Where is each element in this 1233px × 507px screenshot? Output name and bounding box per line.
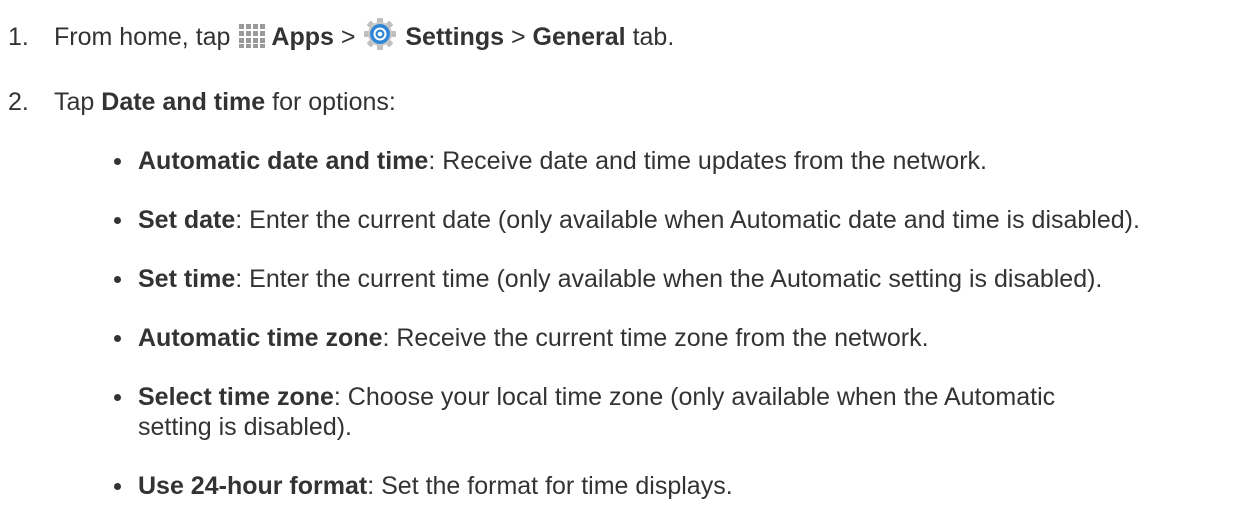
- bullet-dot: [114, 217, 121, 224]
- bullet-dot: [114, 335, 121, 342]
- step-number: 1.: [8, 23, 29, 51]
- option-description: : Receive date and time updates from the…: [428, 147, 987, 175]
- settings-gear-icon: [363, 17, 397, 56]
- date-and-time-label: Date and time: [101, 88, 266, 116]
- option-description: : Set the format for time displays.: [367, 472, 733, 500]
- option-item: Automatic date and time: Receive date an…: [114, 146, 1224, 176]
- separator: >: [340, 23, 356, 51]
- option-term: Set time: [138, 265, 236, 293]
- step-text: for options:: [272, 88, 396, 116]
- general-label: General: [532, 23, 626, 51]
- separator: >: [510, 23, 526, 51]
- option-description: : Enter the current date (only available…: [235, 206, 1140, 234]
- option-description: : Enter the current time (only available…: [235, 265, 1103, 293]
- option-term: Automatic time zone: [138, 324, 383, 352]
- option-term: Select time zone: [138, 383, 334, 411]
- document: 1. From home, tap Apps > Settings > Gene…: [0, 0, 1233, 507]
- step-number: 2.: [8, 88, 29, 116]
- option-term: Automatic date and time: [138, 147, 429, 175]
- option-item: Set time: Enter the current time (only a…: [114, 264, 1224, 294]
- step-2: 2. Tap Date and time for options:: [8, 87, 396, 117]
- step-1: 1. From home, tap Apps > Settings > Gene…: [8, 17, 674, 56]
- option-description: : Receive the current time zone from the…: [382, 324, 929, 352]
- option-item: Set date: Enter the current date (only a…: [114, 205, 1224, 235]
- option-item: Automatic time zone: Receive the current…: [114, 323, 1224, 353]
- apps-grid-icon: [238, 23, 270, 56]
- bullet-dot: [114, 276, 121, 283]
- option-term: Set date: [138, 206, 236, 234]
- apps-label: Apps: [271, 23, 334, 51]
- option-term: Use 24-hour format: [138, 472, 368, 500]
- settings-label: Settings: [405, 23, 504, 51]
- step-text: Tap: [54, 88, 95, 116]
- bullet-dot: [114, 483, 121, 490]
- bullet-dot: [114, 158, 121, 165]
- option-item: Use 24-hour format: Set the format for t…: [114, 471, 1224, 501]
- step-text: From home, tap: [54, 23, 231, 51]
- bullet-dot: [114, 394, 121, 401]
- option-item: Select time zone: Choose your local time…: [114, 382, 1114, 442]
- step-text: tab.: [632, 23, 675, 51]
